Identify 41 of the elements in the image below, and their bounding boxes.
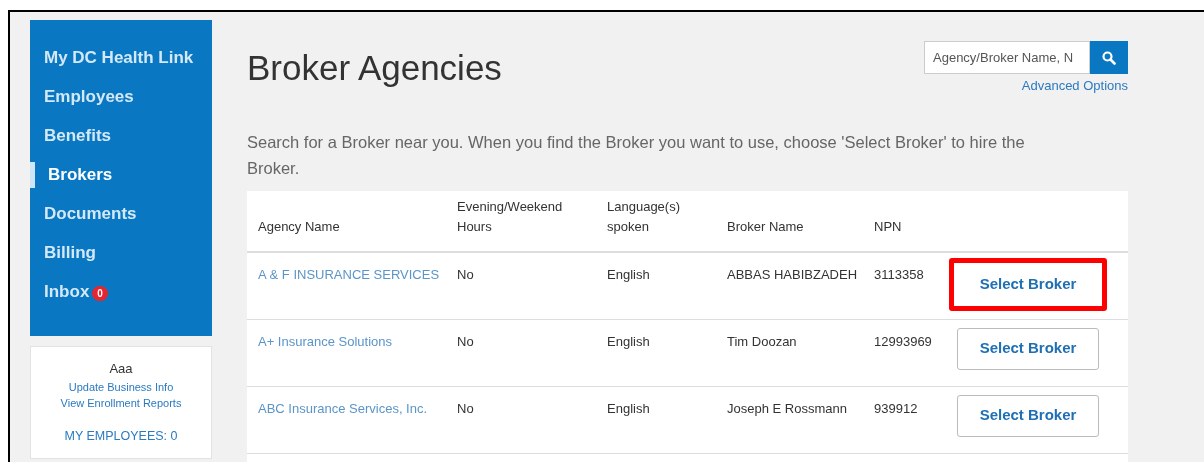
advanced-options-link[interactable]: Advanced Options <box>1021 76 1128 96</box>
table-cell-text: English <box>607 399 651 418</box>
select-broker-button[interactable]: Select Broker <box>957 327 1099 370</box>
column-header: Broker Name <box>727 217 805 236</box>
sidebar-item[interactable]: Billing <box>30 240 212 266</box>
column-header: NPN <box>874 217 903 236</box>
table-cell-text: English <box>607 332 651 351</box>
agency-link[interactable]: A & F INSURANCE SERVICES <box>247 264 457 319</box>
table-cell-text: ABBAS HABIBZADEH <box>727 265 859 284</box>
page-title: Broker Agencies <box>247 50 502 89</box>
select-broker-button[interactable]: Select Broker <box>957 394 1099 437</box>
search-icon <box>1102 50 1116 65</box>
employees-link[interactable]: MY EMPLOYEES: 0 <box>64 426 178 446</box>
table-cell-text: 939912 <box>874 399 919 418</box>
table-cell-text: No <box>457 332 475 351</box>
column-header: Language(s) spoken <box>607 197 681 236</box>
table-cell-text: No <box>457 265 475 284</box>
intro-text: Search for a Broker near you. When you find the Broker you want to use, choose 'Select Broker' to hire the Broker. <box>247 131 1026 179</box>
column-header: Agency Name <box>257 217 341 236</box>
search-button[interactable] <box>1090 41 1128 74</box>
table-cell-text: English <box>607 265 651 284</box>
table-cell-text: Joseph E Rossmann <box>727 399 848 418</box>
employer-name: Aaa <box>109 360 133 378</box>
table-cell-text: 12993969 <box>874 332 933 351</box>
sidebar-item[interactable]: Employees <box>30 84 212 110</box>
search-field[interactable]: Agency/Broker Name, N <box>924 41 1090 74</box>
sidebar-item[interactable]: My DC Health Link <box>30 45 212 71</box>
agency-link[interactable]: A+ Insurance Solutions <box>247 331 457 386</box>
sidebar-item[interactable]: Benefits <box>30 123 212 149</box>
column-header: Evening/Weekend Hours <box>457 197 564 236</box>
card-link[interactable]: Update Business Info <box>68 378 174 395</box>
card-link[interactable]: View Enrollment Reports <box>60 394 182 411</box>
sidebar-item[interactable]: Inbox 0 <box>30 279 212 305</box>
table-cell-text: Tim Doozan <box>727 332 798 351</box>
select-broker-button[interactable]: Select Broker <box>949 257 1107 311</box>
count-badge: 0 <box>92 286 108 301</box>
table-cell-text: No <box>457 399 475 418</box>
agency-link[interactable]: ABC Insurance Services, Inc. <box>247 398 457 453</box>
sidebar-item[interactable]: Brokers <box>30 162 212 188</box>
sidebar-item[interactable]: Documents <box>30 201 212 227</box>
table-cell-text: 3113358 <box>874 265 925 284</box>
